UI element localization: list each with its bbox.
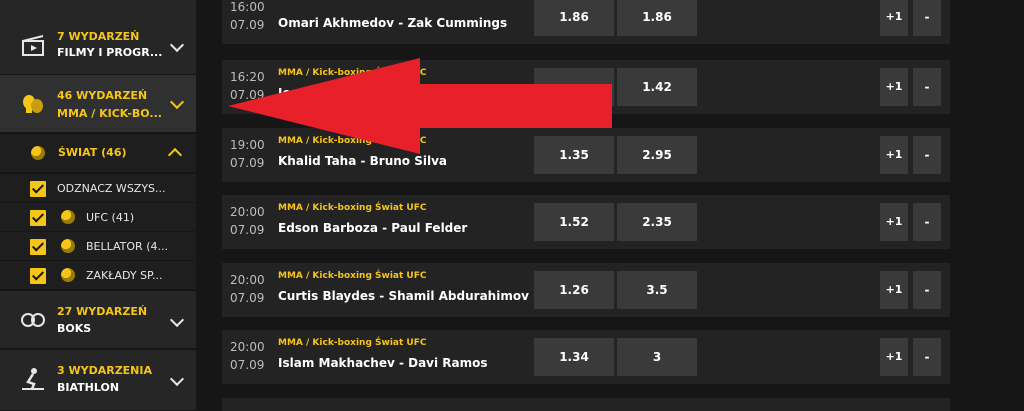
category-count: 3 WYDARZENIA: [57, 364, 152, 377]
sidebar: 7 WYDARZEŃ FILMY I PROGR... 46 WYDARZEŃ …: [0, 0, 196, 411]
right-background: [950, 0, 1024, 411]
boxing-gloves-icon: [23, 95, 43, 113]
event-date: 07.09: [230, 18, 265, 32]
event-date: 07.09: [230, 291, 265, 305]
event-name[interactable]: Omari Akhmedov - Zak Cummings: [278, 16, 507, 30]
odd-home-button[interactable]: 1.34: [534, 338, 614, 376]
boxing-icon: [21, 313, 45, 327]
event-time: 20:00: [230, 273, 265, 287]
event-league: MMA / Kick-boxing Świat UFC: [278, 338, 427, 348]
collapse-button[interactable]: -: [913, 203, 941, 241]
sidebar-category-boxing[interactable]: 27 WYDARZEŃ BOKS: [0, 291, 196, 349]
check-label: ZAKŁADY SP...: [86, 269, 163, 282]
odd-home-button[interactable]: 1.86: [534, 0, 614, 36]
event-time: 19:00: [230, 138, 265, 152]
event-league: MMA / Kick-boxing Świat UFC: [278, 136, 427, 146]
category-count: 46 WYDARZEŃ: [57, 89, 148, 102]
odd-away-button[interactable]: 3.5: [617, 271, 697, 309]
category-count: 27 WYDARZEŃ: [57, 305, 148, 318]
event-row[interactable]: 20:00 07.09 MMA / Kick-boxing Świat UFC …: [222, 263, 950, 317]
more-markets-button[interactable]: +1: [880, 68, 908, 106]
event-league: MMA / Kick-boxing Świat UFC: [278, 68, 427, 78]
event-row[interactable]: 16:00 07.09 Omari Akhmedov - Zak Cumming…: [222, 0, 950, 44]
collapse-button[interactable]: -: [913, 0, 941, 36]
check-label: BELLATOR (4...: [86, 240, 168, 253]
event-row[interactable]: 16:20 07.09 MMA / Kick-boxing Świat UFC …: [222, 60, 950, 114]
globe-icon: [61, 210, 75, 224]
event-row[interactable]: 20:00 07.09 MMA / Kick-boxing Świat UFC …: [222, 195, 950, 249]
globe-icon: [61, 239, 75, 253]
check-ufc[interactable]: UFC (41): [0, 203, 196, 232]
region-label: ŚWIAT (46): [58, 146, 127, 159]
collapse-button[interactable]: -: [913, 271, 941, 309]
event-time: 20:00: [230, 340, 265, 354]
region-world[interactable]: ŚWIAT (46): [0, 134, 196, 173]
sidebar-category-mma[interactable]: 46 WYDARZEŃ MMA / KICK-BO...: [0, 75, 196, 133]
odd-away-button[interactable]: 3: [617, 338, 697, 376]
odd-away-button[interactable]: 2.35: [617, 203, 697, 241]
event-name[interactable]: Khalid Taha - Bruno Silva: [278, 154, 447, 168]
event-name[interactable]: Ion: [278, 86, 299, 100]
chevron-down-icon: [169, 312, 185, 328]
odd-away-button[interactable]: 1.42: [617, 68, 697, 106]
event-date: 07.09: [230, 223, 265, 237]
event-row-partial[interactable]: [222, 398, 950, 411]
film-icon: [22, 35, 44, 56]
category-count: 7 WYDARZEŃ: [57, 30, 140, 43]
chevron-down-icon: [169, 94, 185, 110]
sidebar-category-biathlon[interactable]: 3 WYDARZENIA BIATHLON: [0, 350, 196, 411]
event-row[interactable]: 19:00 07.09 MMA / Kick-boxing Świat UFC …: [222, 128, 950, 182]
events-list: 16:00 07.09 Omari Akhmedov - Zak Cumming…: [222, 0, 950, 411]
globe-icon: [61, 268, 75, 282]
event-date: 07.09: [230, 156, 265, 170]
biathlon-icon: [22, 368, 44, 390]
more-markets-button[interactable]: +1: [880, 338, 908, 376]
checkbox[interactable]: [30, 210, 46, 226]
category-name: BIATHLON: [57, 381, 120, 394]
more-markets-button[interactable]: +1: [880, 0, 908, 36]
globe-icon: [31, 146, 45, 160]
check-label: UFC (41): [86, 211, 135, 224]
check-bellator[interactable]: BELLATOR (4...: [0, 232, 196, 261]
checkbox[interactable]: [30, 239, 46, 255]
chevron-down-icon: [169, 371, 185, 387]
check-special-bets[interactable]: ZAKŁADY SP...: [0, 261, 196, 290]
event-league: MMA / Kick-boxing Świat UFC: [278, 271, 427, 281]
event-name[interactable]: Islam Makhachev - Davi Ramos: [278, 356, 488, 370]
category-name: MMA / KICK-BO...: [57, 107, 162, 120]
odd-home-button[interactable]: [534, 68, 614, 106]
odd-home-button[interactable]: 1.35: [534, 136, 614, 174]
odd-away-button[interactable]: 1.86: [617, 0, 697, 36]
chevron-down-icon: [169, 37, 185, 53]
event-league: MMA / Kick-boxing Świat UFC: [278, 203, 427, 213]
check-label: ODZNACZ WSZYS...: [57, 182, 166, 195]
event-date: 07.09: [230, 88, 265, 102]
event-time: 20:00: [230, 205, 265, 219]
odd-home-button[interactable]: 1.52: [534, 203, 614, 241]
event-name[interactable]: Edson Barboza - Paul Felder: [278, 221, 467, 235]
collapse-button[interactable]: -: [913, 338, 941, 376]
sidebar-category-films[interactable]: 7 WYDARZEŃ FILMY I PROGR...: [0, 0, 196, 75]
event-time: 16:00: [230, 0, 265, 14]
category-name: FILMY I PROGR...: [57, 46, 163, 59]
checkbox[interactable]: [30, 181, 46, 197]
event-date: 07.09: [230, 358, 265, 372]
category-name: BOKS: [57, 322, 92, 335]
event-name[interactable]: Curtis Blaydes - Shamil Abdurahimov: [278, 289, 529, 303]
more-markets-button[interactable]: +1: [880, 271, 908, 309]
odd-away-button[interactable]: 2.95: [617, 136, 697, 174]
collapse-button[interactable]: -: [913, 68, 941, 106]
chevron-up-icon: [167, 147, 183, 163]
collapse-button[interactable]: -: [913, 136, 941, 174]
check-unselect-all[interactable]: ODZNACZ WSZYS...: [0, 174, 196, 203]
more-markets-button[interactable]: +1: [880, 136, 908, 174]
more-markets-button[interactable]: +1: [880, 203, 908, 241]
odd-home-button[interactable]: 1.26: [534, 271, 614, 309]
checkbox[interactable]: [30, 268, 46, 284]
event-row[interactable]: 20:00 07.09 MMA / Kick-boxing Świat UFC …: [222, 330, 950, 384]
event-time: 16:20: [230, 70, 265, 84]
